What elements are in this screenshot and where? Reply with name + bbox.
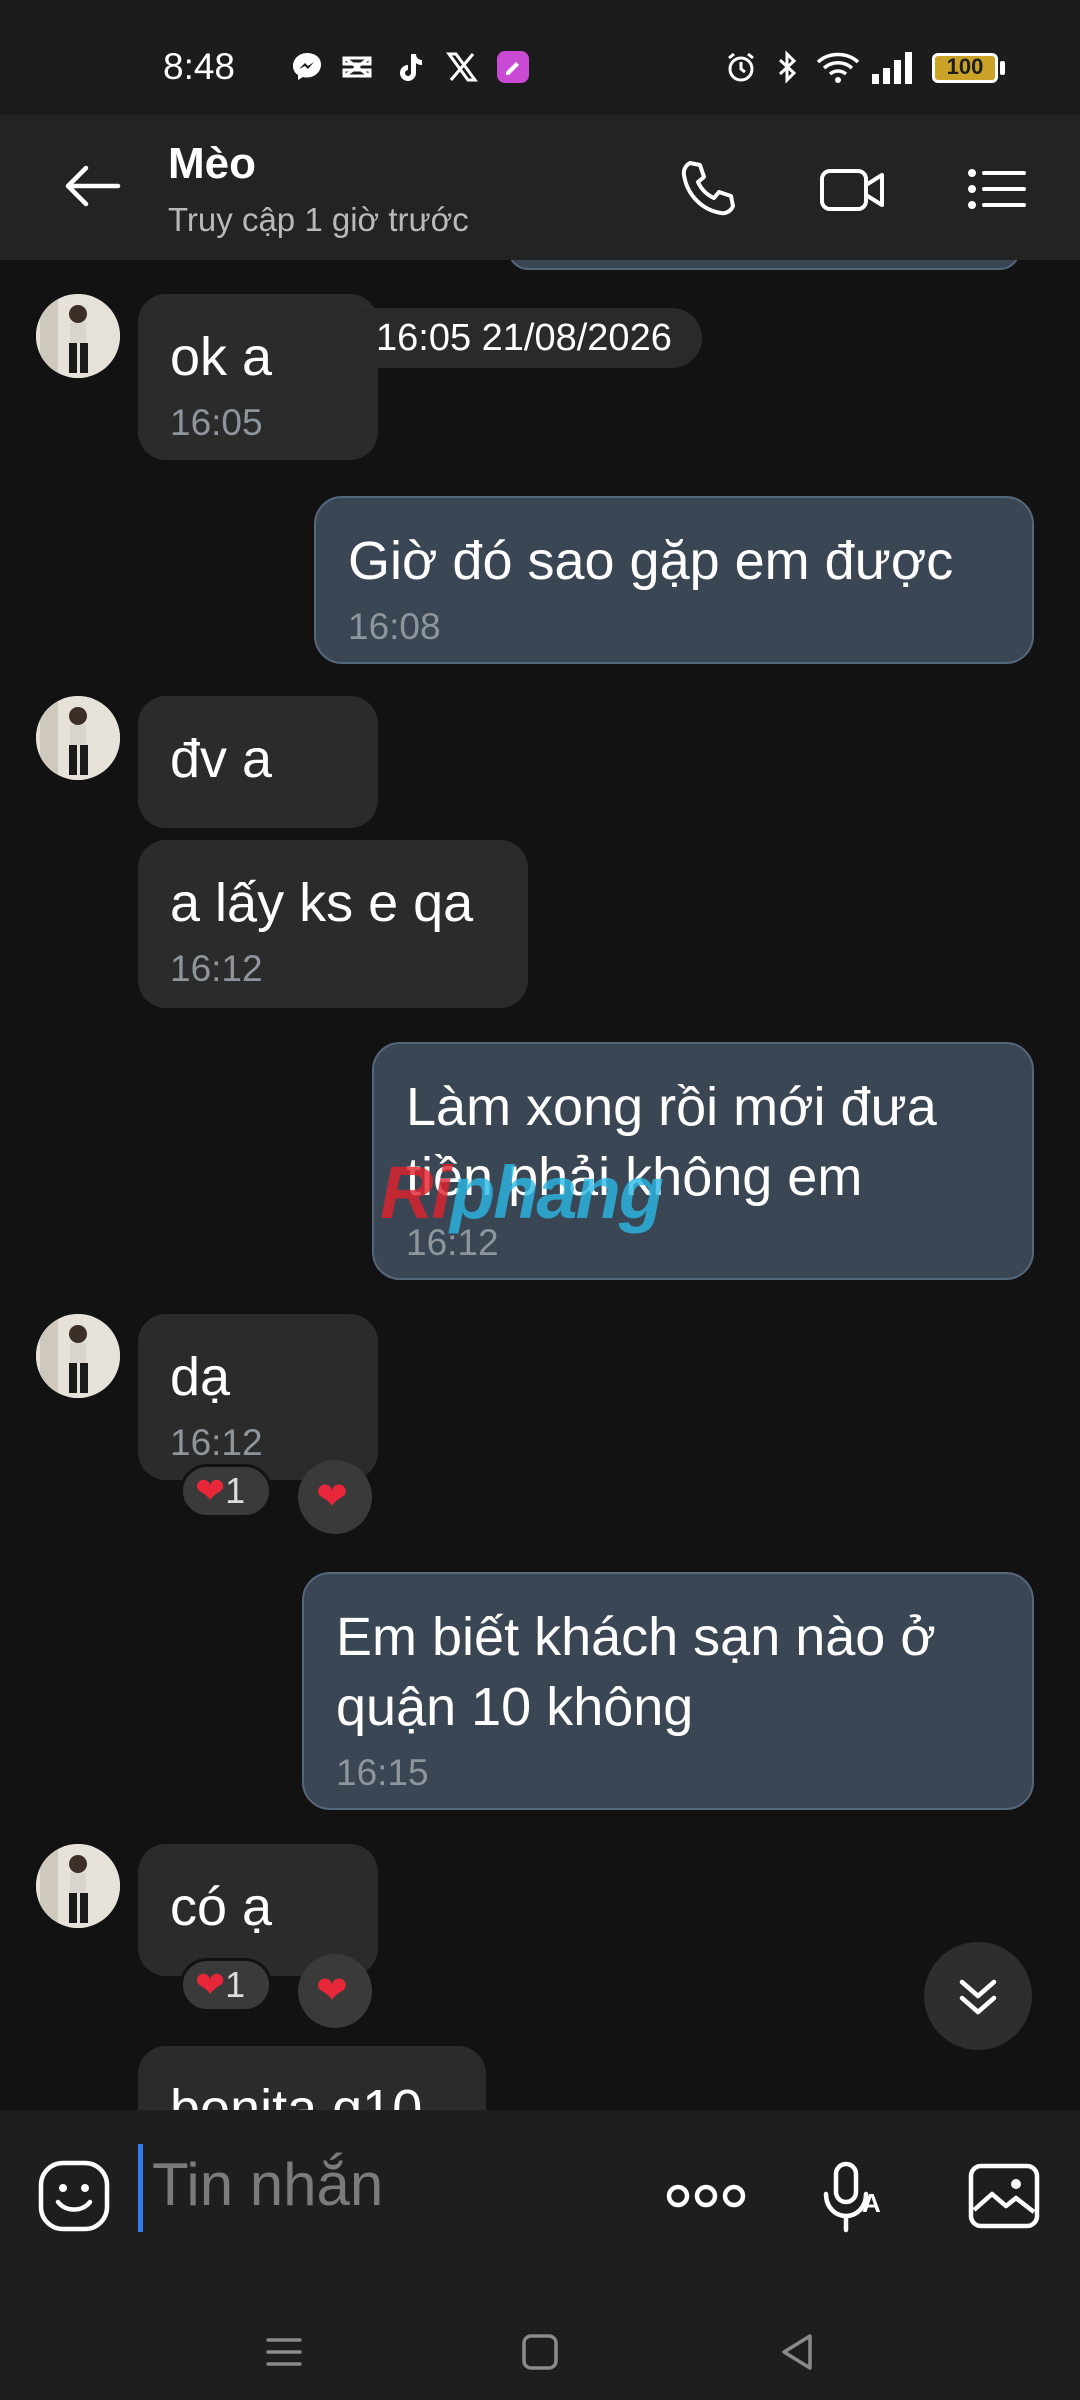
battery-level: 100 bbox=[946, 54, 984, 79]
message-time: 16:05 bbox=[170, 402, 263, 443]
back-nav-icon[interactable] bbox=[776, 2330, 820, 2374]
system-navigation-bar bbox=[0, 2280, 1080, 2400]
avatar-photo bbox=[36, 1314, 120, 1398]
text-cursor bbox=[138, 2144, 143, 2232]
message-input-bar: Tin nhắn A bbox=[0, 2110, 1080, 2280]
heart-icon: ❤ bbox=[195, 1964, 226, 2005]
reaction-count-pill[interactable]: ❤1 bbox=[180, 1958, 272, 2012]
reaction-count: 1 bbox=[225, 1470, 246, 1511]
double-chevron-down-icon bbox=[959, 1979, 997, 2015]
previous-message-edge bbox=[508, 260, 1020, 270]
chat-header: Mèo Truy cập 1 giờ trước bbox=[0, 115, 1080, 260]
message-time: 16:12 bbox=[170, 948, 263, 989]
message-text: đv a bbox=[170, 729, 273, 789]
image-gallery-icon[interactable] bbox=[966, 2158, 1042, 2234]
message-time: 16:15 bbox=[336, 1752, 429, 1793]
message-text: Giờ đó sao gặp em được bbox=[348, 531, 954, 591]
alarm-icon bbox=[728, 52, 754, 82]
watermark-part2: phang bbox=[450, 1151, 664, 1234]
incoming-message-bubble[interactable]: dạ 16:12 bbox=[138, 1314, 378, 1480]
incoming-message-bubble[interactable]: đv a bbox=[138, 696, 378, 828]
heart-icon: ❤ bbox=[316, 1970, 348, 2012]
message-text: dạ bbox=[170, 1347, 231, 1407]
chat-messages-area[interactable]: ok a 16:05 16:05 21/08/2026 Giờ đó sao g… bbox=[0, 260, 1080, 2110]
avatar[interactable] bbox=[36, 696, 120, 780]
back-arrow-icon[interactable] bbox=[62, 161, 122, 211]
watermark-logo: Riphang bbox=[380, 1150, 664, 1235]
scroll-to-bottom-button[interactable] bbox=[924, 1942, 1032, 2050]
add-reaction-button[interactable]: ❤ bbox=[298, 1954, 372, 2028]
watermark-part1: Ri bbox=[380, 1151, 452, 1234]
message-time: 16:12 bbox=[170, 1422, 263, 1463]
menu-list-icon[interactable] bbox=[964, 157, 1028, 221]
outgoing-message-bubble[interactable]: Giờ đó sao gặp em được 16:08 bbox=[314, 496, 1034, 664]
contact-name[interactable]: Mèo bbox=[168, 139, 256, 189]
outgoing-message-bubble[interactable]: Em biết khách sạn nào ở quận 10 không 16… bbox=[302, 1572, 1034, 1810]
avatar-photo bbox=[36, 294, 120, 378]
tiktok-icon bbox=[400, 54, 422, 81]
wifi-icon bbox=[816, 52, 860, 83]
recent-apps-icon[interactable] bbox=[262, 2330, 306, 2374]
more-dots-icon[interactable] bbox=[664, 2158, 748, 2234]
x-icon bbox=[446, 52, 478, 82]
last-seen-status: Truy cập 1 giờ trước bbox=[168, 201, 469, 238]
incoming-message-bubble[interactable]: ok a 16:05 bbox=[138, 294, 378, 460]
svg-text:A: A bbox=[862, 2188, 881, 2218]
video-call-icon[interactable] bbox=[818, 157, 888, 221]
bluetooth-icon bbox=[778, 50, 797, 84]
voice-to-text-icon[interactable]: A bbox=[818, 2158, 894, 2234]
avatar[interactable] bbox=[36, 294, 120, 378]
reaction-count-pill[interactable]: ❤1 bbox=[180, 1464, 272, 1518]
message-text: bonita q10 bbox=[170, 2079, 423, 2110]
shortcut-app-icon bbox=[497, 51, 529, 83]
home-icon[interactable] bbox=[518, 2330, 562, 2374]
phone-icon[interactable] bbox=[676, 157, 740, 221]
message-input[interactable]: Tin nhắn bbox=[152, 2150, 383, 2219]
messenger-icon bbox=[293, 53, 321, 80]
message-text: ok a bbox=[170, 327, 273, 387]
status-time: 8:48 bbox=[163, 46, 236, 87]
heart-icon: ❤ bbox=[316, 1476, 348, 1518]
date-chip: 16:05 21/08/2026 bbox=[346, 308, 702, 368]
battery-tip bbox=[1000, 61, 1005, 75]
incoming-message-bubble[interactable]: a lấy ks e qa 16:12 bbox=[138, 840, 528, 1008]
capcut-icon bbox=[342, 56, 372, 78]
avatar[interactable] bbox=[36, 1844, 120, 1928]
avatar[interactable] bbox=[36, 1314, 120, 1398]
battery-icon: 100 bbox=[932, 53, 998, 83]
reaction-count: 1 bbox=[225, 1964, 246, 2005]
message-time: 16:08 bbox=[348, 606, 441, 647]
add-reaction-button[interactable]: ❤ bbox=[298, 1460, 372, 1534]
status-bar: 8:48 100 bbox=[0, 0, 1080, 115]
heart-icon: ❤ bbox=[195, 1470, 226, 1511]
message-text: a lấy ks e qa bbox=[170, 873, 474, 933]
emoji-sticker-icon[interactable] bbox=[36, 2158, 112, 2234]
message-text: có ạ bbox=[170, 1877, 273, 1937]
signal-icon bbox=[872, 52, 912, 84]
avatar-photo bbox=[36, 1844, 120, 1928]
incoming-message-bubble[interactable]: bonita q10 bbox=[138, 2046, 486, 2110]
avatar-photo bbox=[36, 696, 120, 780]
message-text: Em biết khách sạn nào ở quận 10 không bbox=[336, 1607, 936, 1737]
